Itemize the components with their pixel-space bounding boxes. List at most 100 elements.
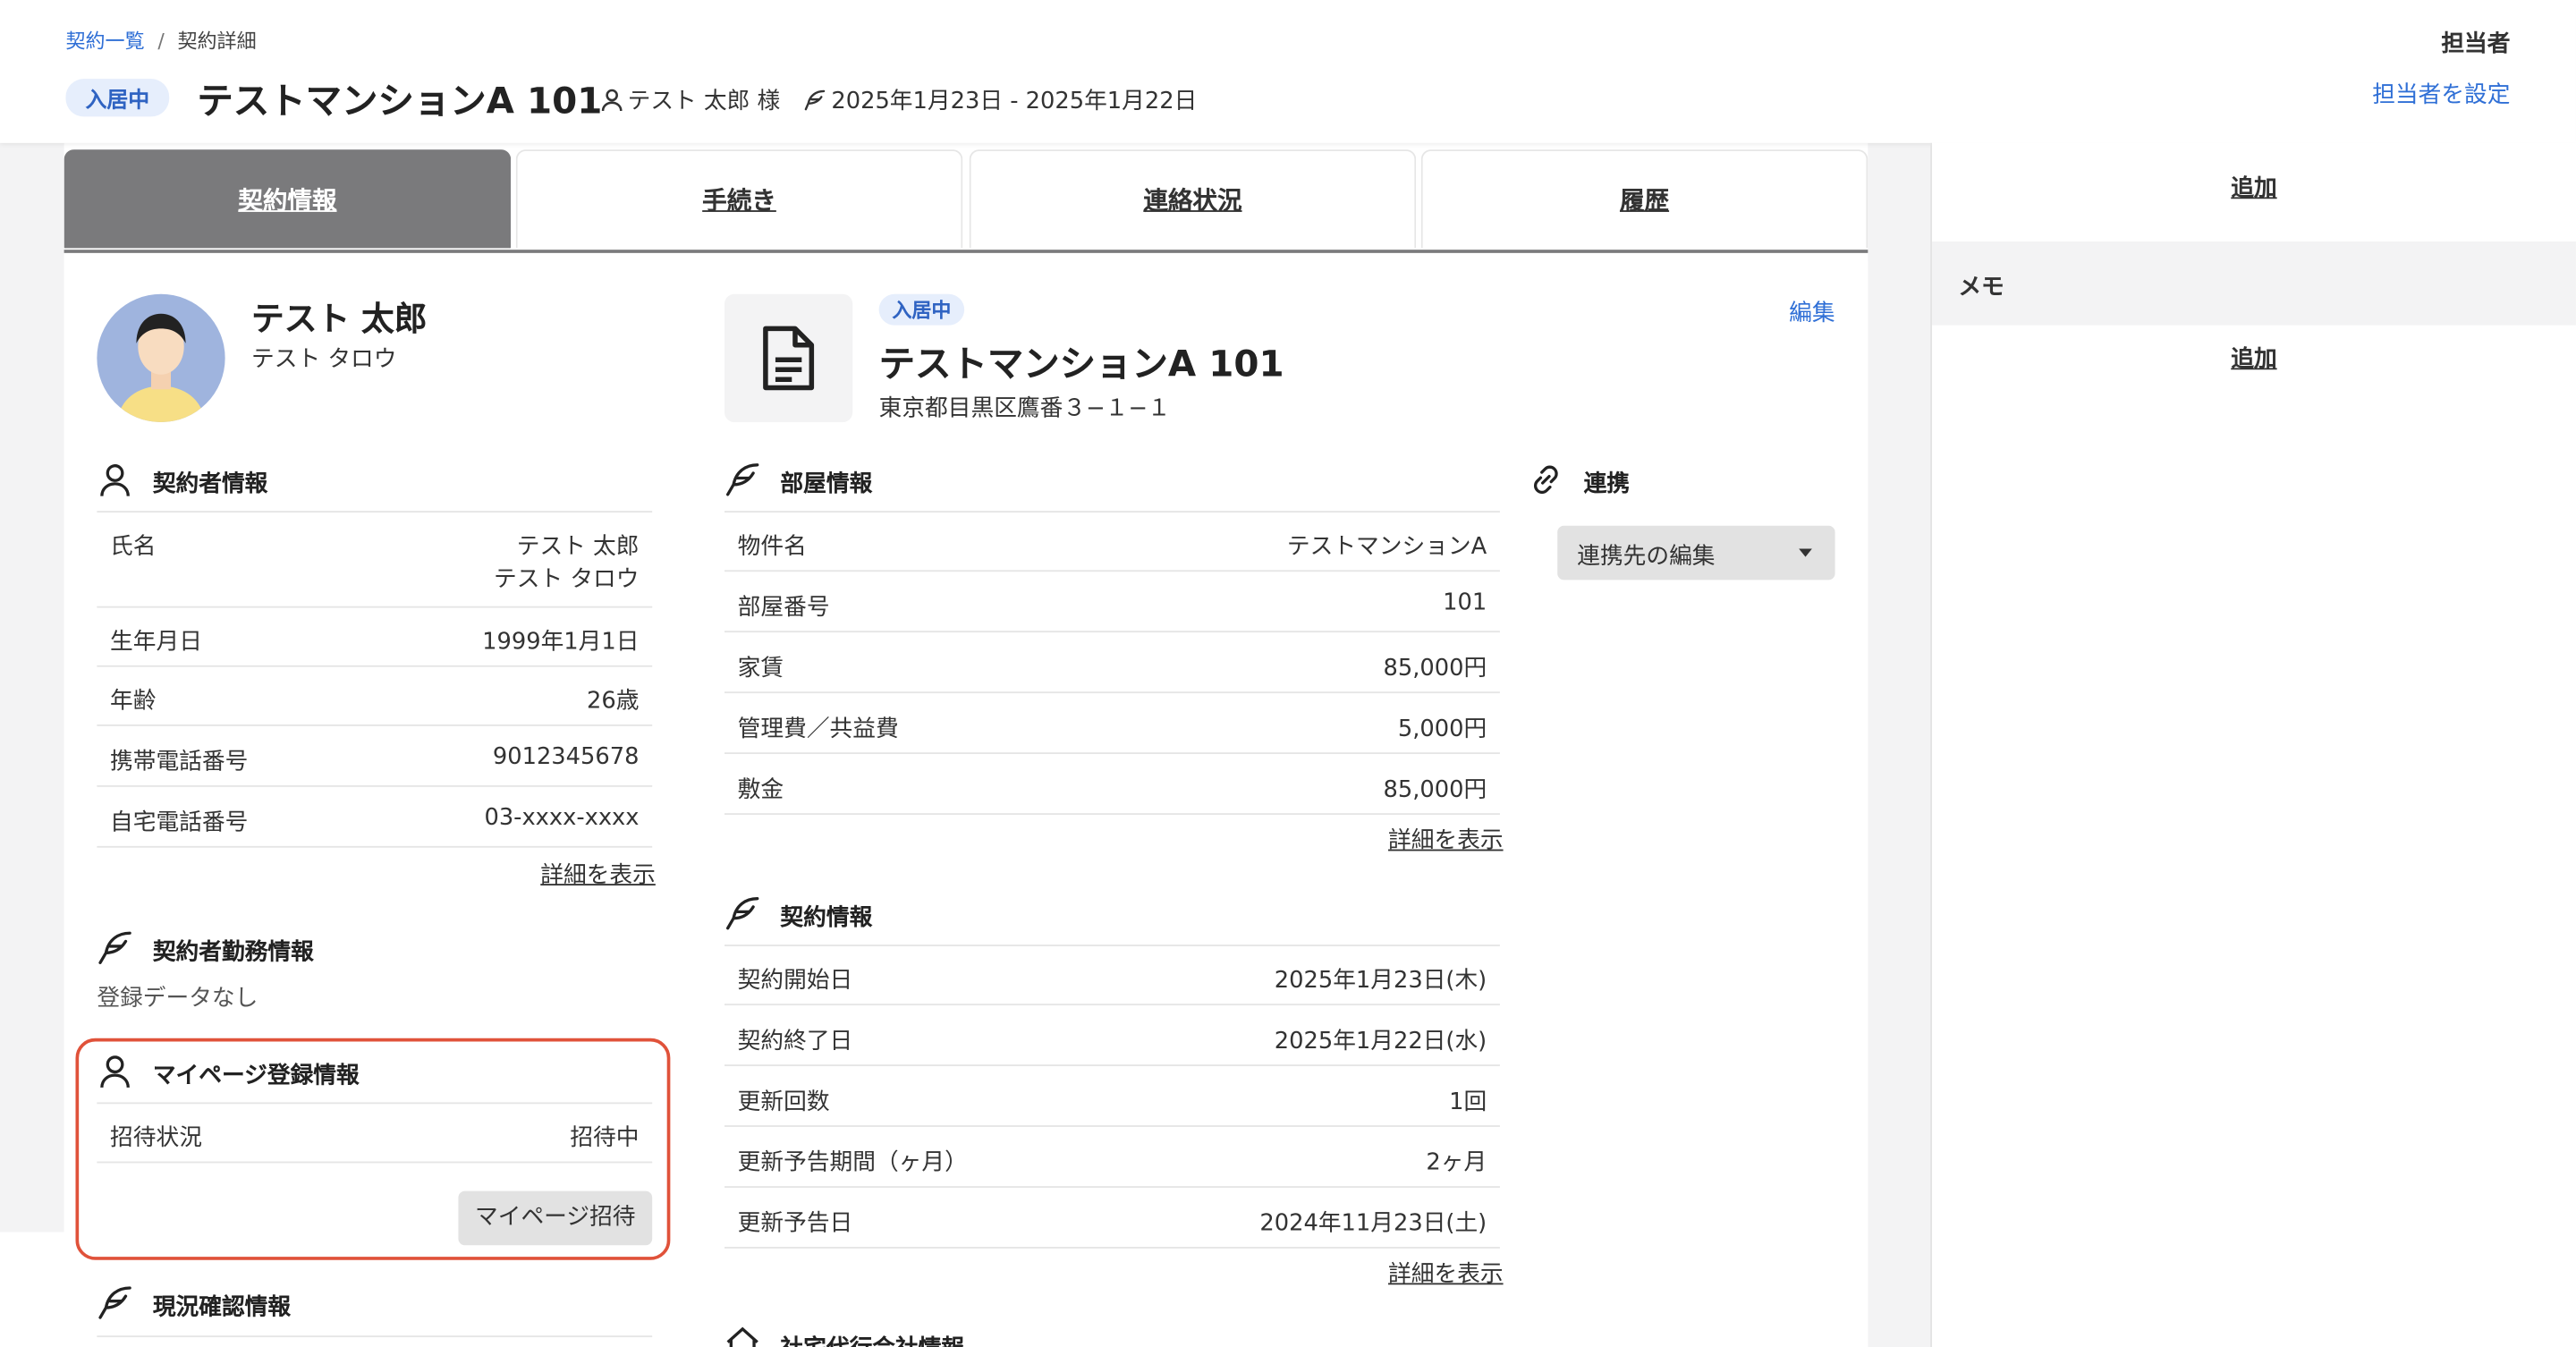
assignee-label: 担当者 (2441, 30, 2511, 58)
row-value: 2025年1月22日(水) (1274, 1028, 1487, 1055)
contract-info-heading: 契約情報 (724, 895, 1053, 931)
row-value: 85,000円 (1383, 655, 1487, 682)
row-label: 契約開始日 (737, 967, 853, 995)
tab-contract-info[interactable]: 契約情報 (64, 149, 512, 249)
table-row: 契約終了日 2025年1月22日(水) (724, 1007, 1500, 1067)
mypage-info-title: マイページ登録情報 (152, 1063, 360, 1089)
add-assignee-link[interactable]: 追加 (2231, 171, 2276, 204)
row-label: 更新回数 (737, 1089, 830, 1116)
contractor-info-title: 契約者情報 (152, 471, 268, 498)
row-label: 氏名 (110, 533, 157, 561)
property-status-badge: 入居中 (878, 293, 965, 326)
row-label: 契約終了日 (737, 1028, 853, 1055)
background-gutter (1868, 142, 1931, 1347)
feather-icon (98, 1286, 131, 1319)
integration-select[interactable]: 連携先の編集 (1557, 525, 1835, 580)
memo-header (1931, 241, 2576, 326)
contract-details-link[interactable]: 詳細を表示 (1388, 1257, 1504, 1290)
table-row: 物件名 テストマンションA (724, 513, 1500, 572)
tab-history[interactable]: 履歴 (1420, 149, 1868, 249)
table-row: 管理費／共益費 5,000円 (724, 695, 1500, 755)
row-value: 101 (1443, 589, 1487, 616)
table-row: 招待状況 招待中 (97, 1104, 653, 1164)
table-row: 更新回数 1回 (724, 1068, 1500, 1127)
table-row: 更新予告日 2024年11月23日(土) (724, 1190, 1500, 1249)
row-value: テストマンションA (1286, 533, 1487, 561)
page: 契約一覧 / 契約詳細 入居中 テストマンションA 101 テスト 太郎 様 202… (0, 0, 2576, 1347)
add-memo-link[interactable]: 追加 (2231, 342, 2276, 375)
feather-icon (804, 89, 826, 111)
status-badge: 入居中 (65, 79, 170, 117)
table-row: 契約開始日 2025年1月23日(木) (724, 946, 1500, 1006)
page-header: 契約一覧 / 契約詳細 入居中 テストマンションA 101 テスト 太郎 様 202… (0, 0, 2576, 143)
row-value: 26歳 (587, 688, 640, 715)
memo-label: メモ (1958, 274, 2004, 301)
contractor-details-link[interactable]: 詳細を表示 (540, 858, 656, 891)
tenant-name: テスト 太郎 様 (627, 89, 781, 115)
row-value: 1回 (1449, 1089, 1487, 1116)
property-address: 東京都目黒区鷹番３−１−１ (878, 395, 1171, 423)
agency-info-title: 社宅代行会社情報 (780, 1331, 964, 1347)
set-assignee-link[interactable]: 担当者を設定 (2372, 77, 2510, 110)
property-title: テストマンションA 101 (878, 344, 1284, 386)
row-value: 9012345678 (492, 744, 640, 771)
person-icon (100, 1055, 130, 1089)
integration-heading: 連携 (1528, 462, 1791, 498)
tenant-info: テスト 太郎 様 (601, 84, 780, 117)
status-check-title: 現況確認情報 (152, 1294, 292, 1321)
row-label: 携帯電話番号 (110, 749, 249, 775)
document-icon (763, 326, 815, 391)
table-row: 携帯電話番号 9012345678 (97, 728, 653, 787)
row-value: テスト 太郎 (516, 533, 640, 561)
breadcrumb: 契約一覧 / 契約詳細 (65, 26, 256, 54)
row-value: 2ヶ月 (1426, 1149, 1487, 1177)
row-value: 03-xxxx-xxxx (484, 804, 640, 832)
tab-bar: 契約情報 手続き 連絡状況 履歴 (64, 149, 1868, 253)
link-icon (1533, 465, 1558, 495)
feather-icon (98, 931, 131, 964)
contractor-info-heading: 契約者情報 (97, 462, 425, 498)
mypage-invite-button[interactable]: マイページ招待 (458, 1190, 653, 1246)
property-thumbnail (724, 293, 853, 423)
row-value: 2025年1月23日(木) (1274, 967, 1487, 995)
agency-info-heading: 社宅代行会社情報 (724, 1326, 1086, 1347)
table-row: 敷金 85,000円 (724, 756, 1500, 816)
table-row: 更新予告期間（ヶ月） 2ヶ月 (724, 1129, 1500, 1188)
feather-icon (726, 897, 759, 930)
contract-info-title: 契約情報 (780, 905, 873, 932)
table-row: 家賃 85,000円 (724, 634, 1500, 694)
integration-select-value: 連携先の編集 (1577, 543, 1716, 571)
contract-period-text: 2025年1月23日 - 2025年1月22日 (831, 89, 1198, 115)
integration-title: 連携 (1583, 471, 1631, 498)
building-icon (726, 1326, 758, 1347)
tab-procedures[interactable]: 手続き (515, 149, 963, 249)
row-label: 更新予告期間（ヶ月） (737, 1149, 968, 1177)
divider (97, 1335, 653, 1338)
edit-link[interactable]: 編集 (1789, 296, 1835, 329)
room-info-title: 部屋情報 (780, 471, 873, 498)
row-value: 5,000円 (1397, 716, 1487, 743)
work-info-title: 契約者勤務情報 (152, 939, 314, 966)
person-icon (601, 89, 623, 112)
person-icon (100, 464, 130, 496)
row-value-secondary: テスト タロウ (494, 566, 640, 594)
caret-down-icon (1799, 548, 1812, 557)
breadcrumb-contract-list-link[interactable]: 契約一覧 (65, 30, 144, 53)
avatar-illustration (116, 313, 206, 423)
avatar (97, 293, 225, 423)
work-info-empty: 登録データなし (97, 986, 258, 1012)
table-row: 年齢 26歳 (97, 667, 653, 726)
table-row: 生年月日 1999年1月1日 (97, 608, 653, 667)
contract-period: 2025年1月23日 - 2025年1月22日 (803, 84, 1197, 117)
tab-contact-status[interactable]: 連絡状況 (969, 149, 1417, 249)
breadcrumb-current: 契約詳細 (177, 30, 257, 53)
row-label: 招待状況 (110, 1125, 202, 1152)
page-title: テストマンションA 101 (197, 81, 603, 123)
room-details-link[interactable]: 詳細を表示 (1388, 823, 1504, 856)
row-value: 2024年11月23日(土) (1259, 1210, 1487, 1238)
row-label: 管理費／共益費 (737, 716, 899, 743)
row-label: 家賃 (737, 655, 784, 682)
contractor-kana: テスト タロウ (251, 346, 397, 373)
row-value: 85,000円 (1383, 776, 1487, 804)
table-row: 自宅電話番号 03-xxxx-xxxx (97, 789, 653, 848)
